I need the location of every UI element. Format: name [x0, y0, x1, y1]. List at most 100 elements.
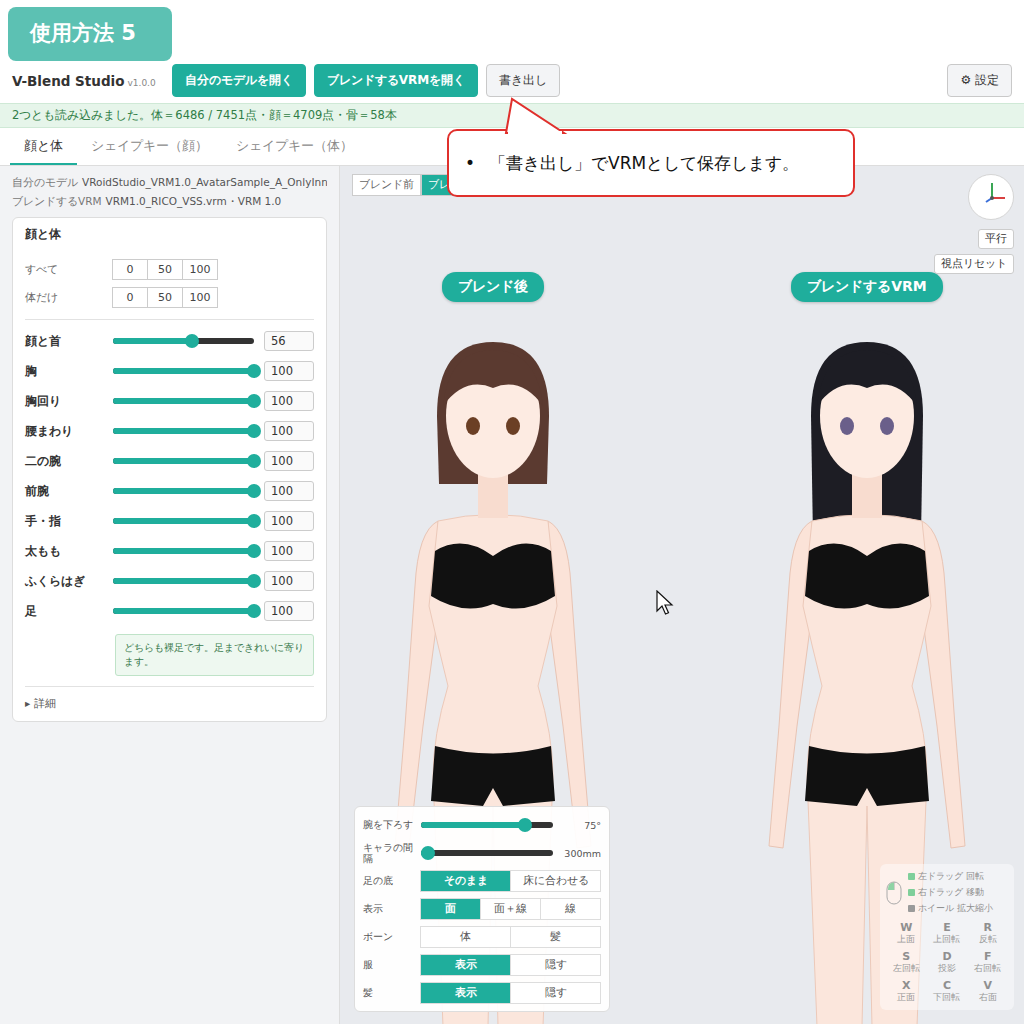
- value-field[interactable]: 100: [264, 571, 314, 591]
- slider[interactable]: [113, 398, 254, 404]
- segment[interactable]: そのまま: [420, 870, 511, 892]
- value-field[interactable]: 100: [264, 511, 314, 531]
- slider-fill: [113, 338, 192, 344]
- slider-knob[interactable]: [247, 514, 261, 528]
- value-field[interactable]: 100: [264, 601, 314, 621]
- slider[interactable]: [113, 368, 254, 374]
- preset-button[interactable]: 50: [147, 287, 183, 308]
- key-hint: D投影: [927, 950, 968, 975]
- slider[interactable]: [113, 518, 254, 524]
- value-field[interactable]: 100: [264, 541, 314, 561]
- slider-reading: 75°: [559, 820, 601, 831]
- segmented-control: 表示隠す: [421, 954, 601, 976]
- slider[interactable]: [113, 338, 254, 344]
- slider-label: ふくらはぎ: [25, 573, 103, 590]
- toolbar-button[interactable]: 自分のモデルを開く: [172, 64, 306, 97]
- slider-knob[interactable]: [247, 574, 261, 588]
- toolbar-button[interactable]: ブレンドするVRMを開く: [314, 64, 478, 97]
- view-button[interactable]: 平行: [978, 229, 1014, 249]
- preset-row: すべて050100: [25, 255, 314, 283]
- slider-knob[interactable]: [518, 818, 532, 832]
- slider-label: 太もも: [25, 543, 103, 560]
- slider[interactable]: [113, 608, 254, 614]
- value-field[interactable]: 100: [264, 421, 314, 441]
- key-letter: C: [943, 979, 951, 992]
- tab[interactable]: シェイプキー（体）: [222, 128, 367, 165]
- legend-dot: [908, 873, 915, 880]
- slider-knob[interactable]: [247, 454, 261, 468]
- slider[interactable]: [113, 458, 254, 464]
- preset-button[interactable]: 0: [112, 287, 148, 308]
- slider[interactable]: [113, 488, 254, 494]
- segment[interactable]: 表示: [420, 954, 511, 976]
- slider[interactable]: [113, 428, 254, 434]
- toolbar-button[interactable]: 書き出し: [486, 64, 560, 97]
- details-toggle[interactable]: ▸ 詳細: [25, 686, 314, 711]
- axis-gizmo[interactable]: [968, 174, 1014, 220]
- app-window: 使用方法 5V-Blend Studiov1.0.0自分のモデルを開くブレンドす…: [0, 0, 1024, 1024]
- preset-label: すべて: [25, 262, 113, 277]
- figure-label: ブレンド後: [442, 272, 544, 302]
- app-version: v1.0.0: [127, 78, 155, 88]
- slider-knob[interactable]: [247, 604, 261, 618]
- key-letter: F: [984, 950, 992, 963]
- tab[interactable]: 顔と体: [10, 128, 77, 165]
- segment[interactable]: 面＋線: [480, 898, 541, 920]
- segment[interactable]: 表示: [420, 982, 511, 1004]
- slider-fill: [113, 608, 254, 614]
- file-label: ブレンドするVRM: [12, 195, 102, 207]
- callout-tail-icon: [504, 98, 566, 134]
- segment[interactable]: 隠す: [510, 982, 601, 1004]
- preset-button[interactable]: 100: [182, 287, 218, 308]
- value-field[interactable]: 100: [264, 451, 314, 471]
- value-field[interactable]: 100: [264, 361, 314, 381]
- segment[interactable]: 床に合わせる: [510, 870, 601, 892]
- slider[interactable]: [421, 822, 553, 828]
- preset-button[interactable]: 50: [147, 259, 183, 280]
- slider[interactable]: [421, 850, 553, 856]
- slider-knob[interactable]: [421, 846, 435, 860]
- value-field[interactable]: 56: [264, 331, 314, 351]
- mouse-icon: [886, 881, 902, 905]
- slider-fill: [113, 458, 254, 464]
- slider-knob[interactable]: [247, 394, 261, 408]
- callout-bullet: •: [465, 153, 475, 173]
- compare-option[interactable]: ブレンド前: [352, 174, 421, 196]
- control-row: キャラの間隔300mm: [363, 841, 601, 865]
- preset-button[interactable]: 0: [112, 259, 148, 280]
- viewport[interactable]: ブレンド前ブレン平行視点リセットブレンド後ブレンドするVRM腕を下ろす75°キャ…: [340, 166, 1024, 1024]
- value-field[interactable]: 100: [264, 481, 314, 501]
- slider-knob[interactable]: [185, 334, 199, 348]
- preset-button[interactable]: 100: [182, 259, 218, 280]
- slider-knob[interactable]: [247, 484, 261, 498]
- toolbar: V-Blend Studiov1.0.0自分のモデルを開くブレンドするVRMを開…: [0, 61, 1024, 97]
- value-field[interactable]: 100: [264, 391, 314, 411]
- legend-item: ホイール 拡大縮小: [908, 902, 993, 915]
- segment[interactable]: 髪: [510, 926, 601, 948]
- note: どちらも裸足です。足まできれいに寄ります。: [115, 634, 314, 676]
- segment[interactable]: 面: [420, 898, 481, 920]
- slider-row: 足 100: [25, 596, 314, 626]
- side-panel: 自分のモデルVRoidStudio_VRM1.0_AvatarSample_A_…: [0, 166, 340, 1024]
- segment[interactable]: 隠す: [510, 954, 601, 976]
- tab[interactable]: シェイプキー（顔）: [77, 128, 222, 165]
- segment[interactable]: 体: [420, 926, 511, 948]
- slider-label: 手・指: [25, 513, 103, 530]
- settings-button[interactable]: ⚙ 設定: [947, 64, 1012, 97]
- slider-label: 足: [25, 603, 103, 620]
- view-tools: 平行視点リセット: [934, 174, 1014, 274]
- slider[interactable]: [113, 578, 254, 584]
- blend-card: 顔と体すべて050100体だけ050100顔と首56胸100胸回り100腰まわり…: [12, 217, 327, 722]
- control-row: ボーン体髪: [363, 925, 601, 949]
- key-letter: R: [983, 921, 991, 934]
- slider[interactable]: [113, 548, 254, 554]
- slider-fill: [113, 398, 254, 404]
- slider-knob[interactable]: [247, 544, 261, 558]
- slider-row: 前腕100: [25, 476, 314, 506]
- segment[interactable]: 線: [540, 898, 601, 920]
- slider-knob[interactable]: [247, 364, 261, 378]
- control-row: 髪表示隠す: [363, 981, 601, 1005]
- view-button[interactable]: 視点リセット: [934, 254, 1014, 274]
- slider-knob[interactable]: [247, 424, 261, 438]
- key-name: 投影: [938, 963, 956, 975]
